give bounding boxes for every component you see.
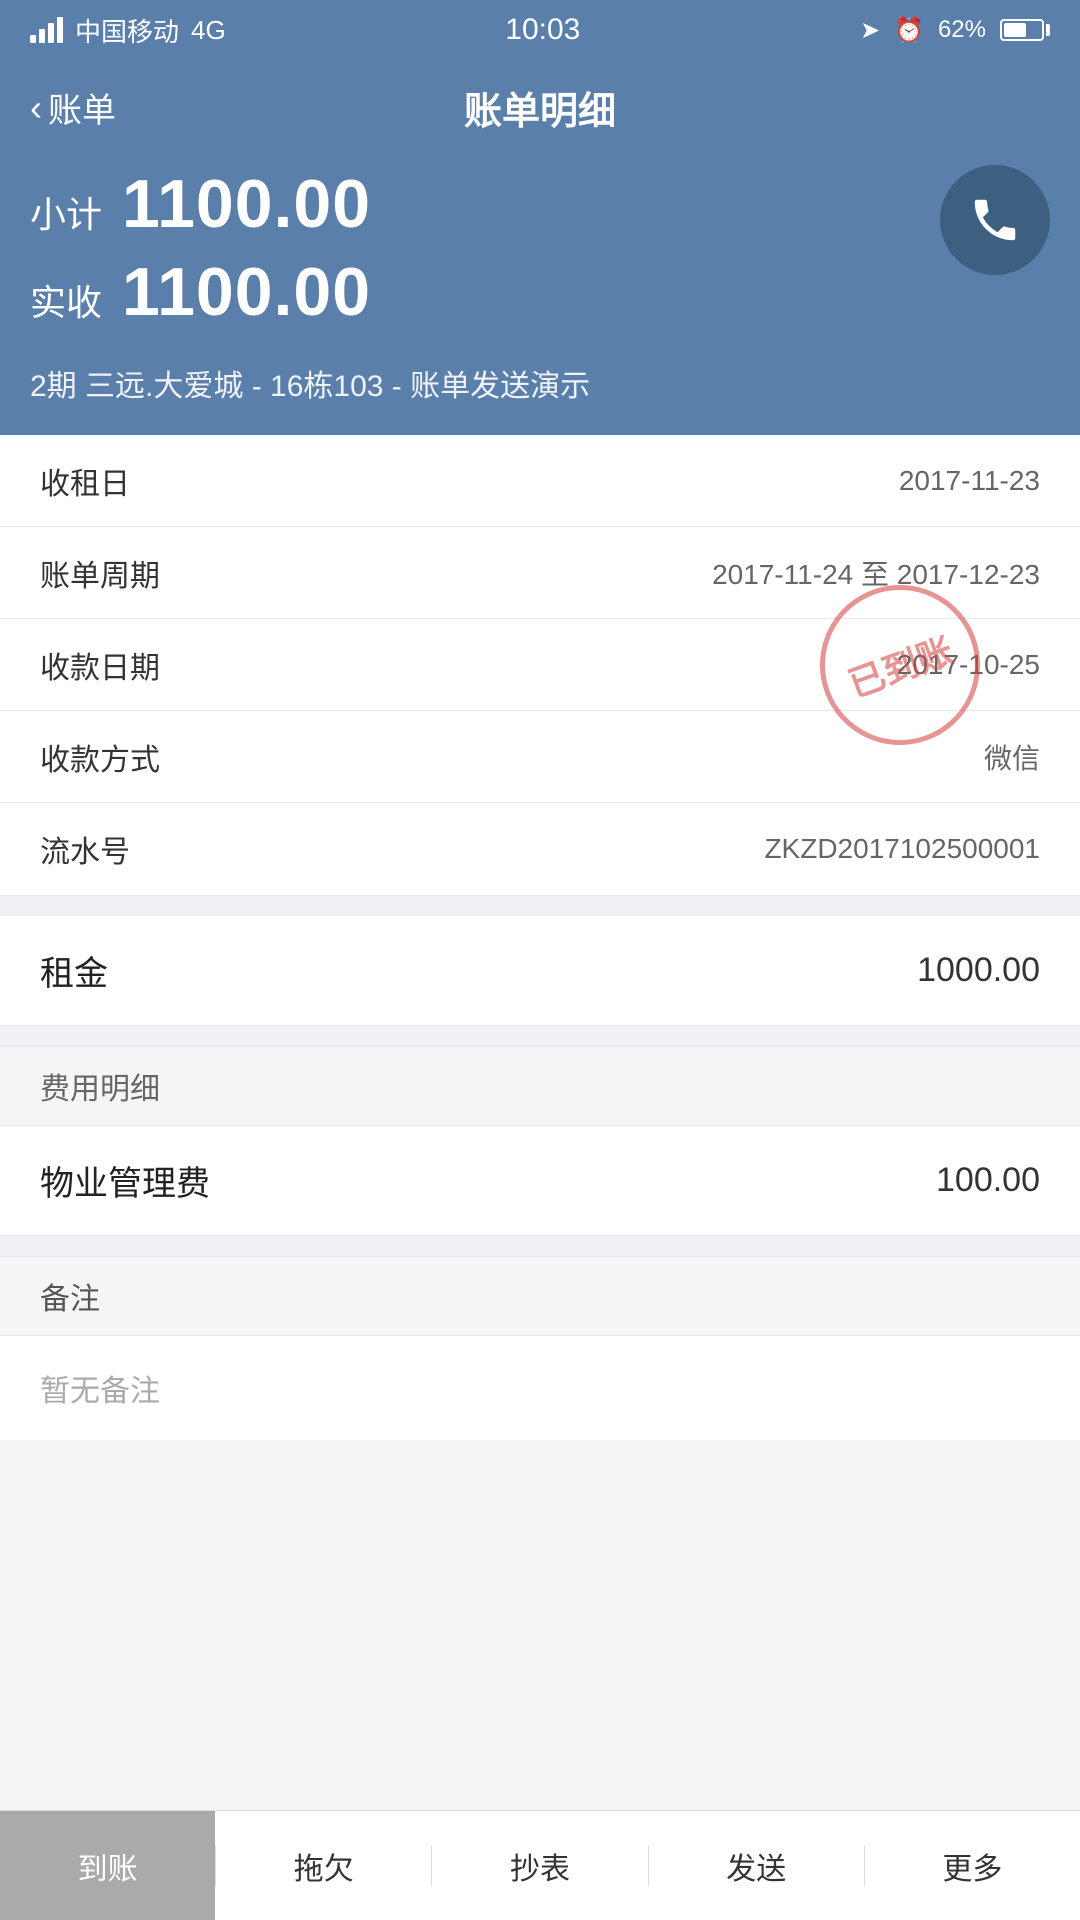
info-key: 收租日 (40, 459, 130, 503)
header-nav: ‹ 账单 账单明细 (30, 80, 1050, 135)
info-key: 账单周期 (40, 551, 160, 595)
actual-label: 实收 (30, 274, 102, 326)
back-chevron-icon: ‹ (30, 90, 42, 126)
location-icon: ➤ (860, 16, 880, 45)
info-key: 流水号 (40, 827, 130, 871)
rent-section: 租金 1000.00 (0, 916, 1080, 1026)
back-button[interactable]: ‹ 账单 (30, 83, 116, 132)
time-label: 10:03 (505, 13, 580, 47)
info-rows: 收租日 2017-11-23 账单周期 2017-11-24 至 2017-12… (0, 435, 1080, 895)
tab-更多[interactable]: 更多 (865, 1811, 1080, 1920)
info-value: 微信 (984, 737, 1040, 777)
tab-拖欠[interactable]: 拖欠 (216, 1811, 431, 1920)
fee-item-amount: 100.00 (936, 1161, 1040, 1200)
section-divider-3 (0, 1236, 1080, 1256)
info-row: 账单周期 2017-11-24 至 2017-12-23 (0, 527, 1080, 619)
info-row: 收租日 2017-11-23 (0, 435, 1080, 527)
info-value: 2017-11-23 (899, 465, 1040, 497)
info-value: ZKZD2017102500001 (764, 833, 1040, 865)
phone-button[interactable] (940, 165, 1050, 275)
fee-section-header: 费用明细 (0, 1046, 1080, 1126)
tab-抄表[interactable]: 抄表 (432, 1811, 647, 1920)
info-key: 收款方式 (40, 735, 160, 779)
fee-items-section: 物业管理费 100.00 (0, 1126, 1080, 1236)
phone-icon (968, 193, 1022, 247)
rent-label: 租金 (40, 946, 108, 995)
bottom-tab-bar: 到账拖欠抄表发送更多 (0, 1810, 1080, 1920)
battery-label: 62% (938, 16, 986, 44)
header-subtitle: 2期 三远.大爱城 - 16栋103 - 账单发送演示 (30, 361, 1050, 405)
rent-row: 租金 1000.00 (0, 916, 1080, 1026)
section-divider-1 (0, 896, 1080, 916)
fee-items: 物业管理费 100.00 (0, 1126, 1080, 1236)
header-amounts: 小计 1100.00 实收 1100.00 2期 三远.大爱城 - 16栋103… (30, 165, 1050, 405)
actual-row: 实收 1100.00 (30, 253, 1050, 331)
info-row: 收款日期 2017-10-25 (0, 619, 1080, 711)
status-right: ➤ ⏰ 62% (860, 16, 1050, 45)
rent-amount: 1000.00 (917, 951, 1040, 990)
info-row: 收款方式 微信 (0, 711, 1080, 803)
page-title: 账单明细 (464, 80, 616, 135)
actual-value: 1100.00 (122, 253, 371, 331)
status-left: 中国移动 4G (30, 12, 226, 49)
network-label: 4G (191, 15, 226, 46)
notes-header: 备注 (0, 1256, 1080, 1336)
tab-items: 到账拖欠抄表发送更多 (0, 1811, 1080, 1920)
subtotal-label: 小计 (30, 186, 102, 238)
info-row: 流水号 ZKZD2017102500001 (0, 803, 1080, 895)
fee-item-row: 物业管理费 100.00 (0, 1126, 1080, 1236)
section-divider-2 (0, 1026, 1080, 1046)
tab-发送[interactable]: 发送 (649, 1811, 864, 1920)
notes-label: 备注 (40, 1274, 100, 1318)
back-label: 账单 (48, 83, 116, 132)
alarm-icon: ⏰ (894, 16, 924, 45)
carrier-label: 中国移动 (75, 12, 179, 49)
info-value: 2017-11-24 至 2017-12-23 (712, 553, 1040, 593)
subtotal-row: 小计 1100.00 (30, 165, 1050, 243)
tab-到账[interactable]: 到账 (0, 1811, 215, 1920)
battery-icon (1000, 19, 1050, 41)
header: ‹ 账单 账单明细 小计 1100.00 实收 1100.00 2期 三远.大爱… (0, 60, 1080, 435)
fee-item-label: 物业管理费 (40, 1156, 210, 1205)
notes-empty-text: 暂无备注 (40, 1375, 160, 1408)
subtotal-value: 1100.00 (122, 165, 371, 243)
signal-icon (30, 17, 63, 43)
notes-content: 暂无备注 (0, 1336, 1080, 1440)
info-section: 已到账 收租日 2017-11-23 账单周期 2017-11-24 至 201… (0, 435, 1080, 896)
notes-section: 备注 暂无备注 (0, 1256, 1080, 1440)
fee-section-label: 费用明细 (40, 1064, 160, 1108)
status-bar: 中国移动 4G 10:03 ➤ ⏰ 62% (0, 0, 1080, 60)
info-key: 收款日期 (40, 643, 160, 687)
info-value: 2017-10-25 (897, 649, 1040, 681)
